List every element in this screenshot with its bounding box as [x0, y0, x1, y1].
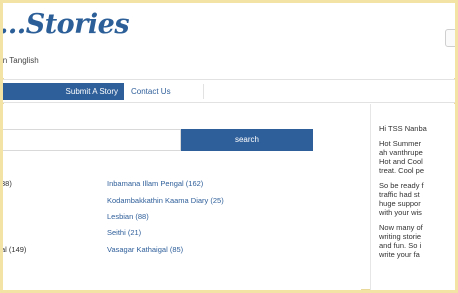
sidebar-line: So be ready f: [379, 181, 424, 190]
sidebar-line: and fun. So i: [379, 241, 422, 250]
sidebar-line: ah vanthrupe: [379, 148, 423, 157]
sidebar-paragraph: Now many of writing storie and fun. So i…: [379, 223, 455, 259]
sidebar-line: with your wis: [379, 208, 422, 217]
nav-divider: [203, 84, 204, 99]
category-link[interactable]: Seithi (21): [107, 228, 141, 237]
category-link[interactable]: Lesbian (88): [107, 212, 149, 221]
sidebar-line: Now many of: [379, 223, 423, 232]
category-left-1[interactable]: 38): [3, 179, 12, 188]
category-link[interactable]: Vasagar Kathaigal (85): [107, 245, 183, 254]
nav-contact-us[interactable]: Contact Us: [127, 83, 175, 100]
main-nav: Submit A Story Contact Us: [3, 79, 455, 103]
sidebar-line: Hot Summer: [379, 139, 422, 148]
sidebar-line: traffic had st: [379, 190, 420, 199]
search-input[interactable]: [3, 129, 181, 151]
sidebar-line: huge suppor: [379, 199, 421, 208]
category-link[interactable]: Inbamana Illam Pengal (162): [107, 179, 203, 188]
sidebar-line: Hi TSS Nanba: [379, 124, 427, 133]
site-tagline: in Tanglish: [3, 56, 39, 65]
browser-viewport: ...Stories in Tanglish Submit A Story Co…: [3, 3, 455, 290]
category-left-5[interactable]: al (149): [3, 245, 26, 254]
sidebar-line: writing storie: [379, 232, 422, 241]
category-link[interactable]: Kodambakkathin Kaama Diary (25): [107, 196, 224, 205]
menu-toggle-button[interactable]: [445, 29, 455, 47]
sidebar-line: write your fa: [379, 250, 420, 259]
sidebar-line: treat. Cool pe: [379, 166, 425, 175]
nav-submit-story[interactable]: Submit A Story: [3, 83, 124, 100]
site-logo[interactable]: ...Stories: [3, 9, 130, 40]
main-content: search 38) al (149) Inbamana Illam Penga…: [3, 104, 361, 290]
search-button[interactable]: search: [181, 129, 313, 151]
welcome-sidebar: Hi TSS Nanba Hot Summer ah vanthrupe Hot…: [370, 104, 455, 290]
sidebar-greeting: Hi TSS Nanba: [379, 124, 455, 133]
site-header: ...Stories in Tanglish: [3, 3, 455, 78]
sidebar-line: Hot and Cool: [379, 157, 423, 166]
sidebar-paragraph: Hot Summer ah vanthrupe Hot and Cool tre…: [379, 139, 455, 175]
sidebar-paragraph: So be ready f traffic had st huge suppor…: [379, 181, 455, 217]
